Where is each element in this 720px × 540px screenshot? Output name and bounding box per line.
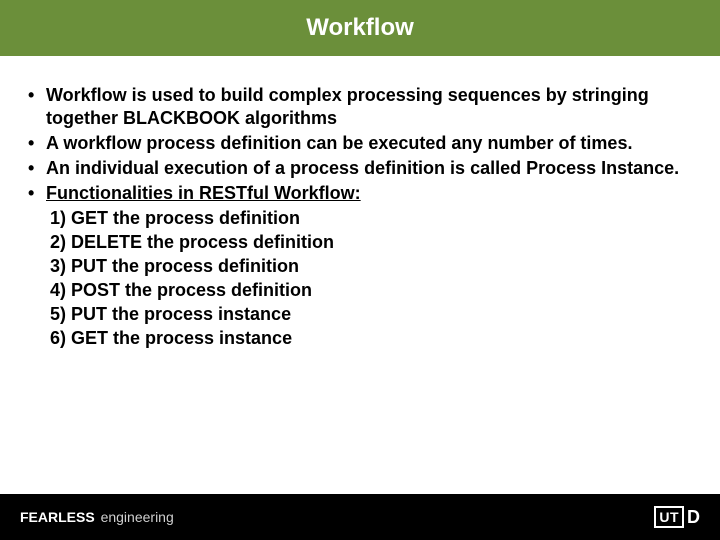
bullet-dot-icon: • <box>28 157 46 180</box>
sub-item: 2) DELETE the process definition <box>50 231 692 254</box>
sub-item: 1) GET the process definition <box>50 207 692 230</box>
utd-logo-box: UT <box>654 506 684 528</box>
footer-brand: FEARLESS engineering <box>20 509 174 525</box>
sub-item: 4) POST the process definition <box>50 279 692 302</box>
bullet-dot-icon: • <box>28 132 46 155</box>
bullet-text: Functionalities in RESTful Workflow: <box>46 182 692 205</box>
bullet-item: • An individual execution of a process d… <box>28 157 692 180</box>
footer-brand-bold: FEARLESS <box>20 509 95 525</box>
footer-brand-light: engineering <box>101 509 174 525</box>
bullet-text: An individual execution of a process def… <box>46 157 692 180</box>
slide: Workflow • Workflow is used to build com… <box>0 0 720 540</box>
bullet-text: A workflow process definition can be exe… <box>46 132 692 155</box>
footer-bar: FEARLESS engineering UT D <box>0 494 720 540</box>
utd-logo-d: D <box>687 507 700 528</box>
sub-item: 3) PUT the process definition <box>50 255 692 278</box>
sub-item: 5) PUT the process instance <box>50 303 692 326</box>
sub-list: 1) GET the process definition 2) DELETE … <box>28 207 692 350</box>
utd-logo: UT D <box>654 506 700 528</box>
bullet-item: • Workflow is used to build complex proc… <box>28 84 692 130</box>
bullet-item: • A workflow process definition can be e… <box>28 132 692 155</box>
bullet-text: Workflow is used to build complex proces… <box>46 84 692 130</box>
title-bar: Workflow <box>0 0 720 56</box>
bullet-dot-icon: • <box>28 84 46 107</box>
sub-item: 6) GET the process instance <box>50 327 692 350</box>
bullet-dot-icon: • <box>28 182 46 205</box>
bullet-item: • Functionalities in RESTful Workflow: <box>28 182 692 205</box>
content-area: • Workflow is used to build complex proc… <box>0 56 720 350</box>
slide-title: Workflow <box>0 0 720 56</box>
